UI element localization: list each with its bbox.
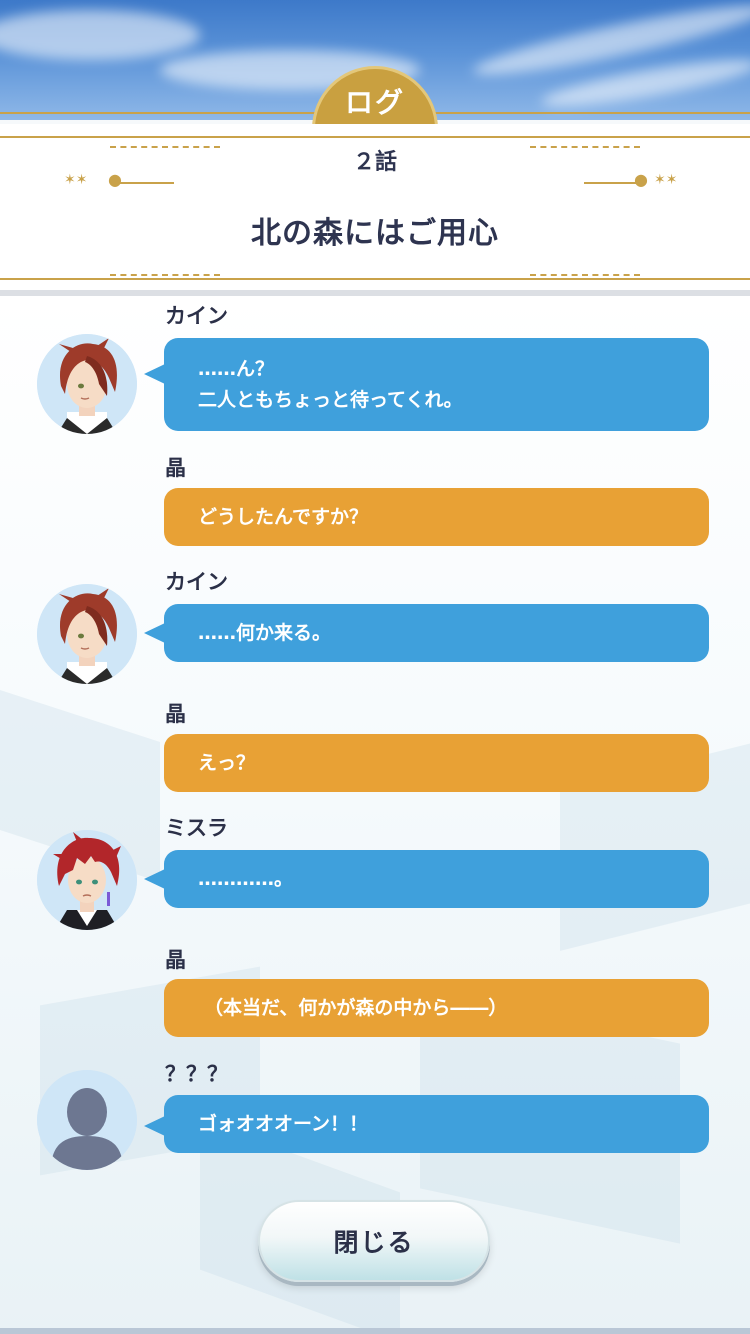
speech-bubble: ……ん？ 二人ともちょっと待ってくれ。	[164, 338, 709, 431]
speech-bubble: ……何か来る。	[164, 604, 709, 662]
speaker-name: 晶	[165, 456, 186, 480]
episode-title: 北の森にはご用心	[251, 216, 499, 251]
log-tab-label: ログ	[344, 86, 405, 119]
speech-line: …………。	[198, 867, 294, 890]
ornament-left: ✶✶ ●	[64, 170, 174, 192]
speaker-name: カイン	[165, 570, 228, 594]
speech-line: ……何か来る。	[198, 621, 332, 644]
close-button[interactable]: 閉じる	[258, 1200, 490, 1282]
ornament-right: ● ✶✶	[584, 170, 694, 192]
speaker-name: ミスラ	[165, 816, 228, 840]
speech-line: （本当だ、何かが森の中から――）	[204, 996, 508, 1019]
dialogue-log[interactable]: カイン ……ん？ 二人ともちょっと待ってくれ。 晶 どうしたんですか？ カイン …	[0, 296, 750, 1334]
speaker-name: 晶	[165, 948, 186, 972]
panel-top-line	[0, 136, 750, 138]
dashed-divider	[530, 274, 640, 276]
speech-line: どうしたんですか？	[198, 505, 369, 528]
mithra-portrait-icon	[37, 830, 137, 930]
speech-line: ……ん？	[198, 357, 275, 380]
speech-bubble: （本当だ、何かが森の中から――）	[164, 979, 709, 1037]
cloud	[0, 10, 200, 60]
episode-title-panel: ２話 ✶✶ ● ● ✶✶ 北の森にはご用心	[0, 124, 750, 290]
bubble-tail	[144, 1116, 165, 1136]
speaker-name: カイン	[165, 304, 228, 328]
speaker-name: ？？？	[165, 1062, 228, 1086]
unknown-silhouette-icon	[37, 1070, 137, 1170]
speech-bubble: …………。	[164, 850, 709, 908]
speech-line: えっ？	[198, 751, 256, 774]
bubble-tail	[144, 869, 165, 889]
panel-bottom-line	[0, 278, 750, 280]
bottom-edge-bar	[0, 1328, 750, 1334]
speaker-name: 晶	[165, 702, 186, 726]
bubble-tail	[144, 623, 165, 643]
dashed-divider	[110, 274, 220, 276]
kain-portrait-icon	[37, 334, 137, 434]
speech-line: 二人ともちょっと待ってくれ。	[198, 388, 463, 411]
speech-bubble: えっ？	[164, 734, 709, 792]
speech-bubble: どうしたんですか？	[164, 488, 709, 546]
kain-portrait-icon	[37, 584, 137, 684]
bubble-tail	[144, 364, 165, 384]
speech-line: ゴォオオオーン！！	[198, 1112, 369, 1135]
speech-bubble: ゴォオオオーン！！	[164, 1095, 709, 1153]
